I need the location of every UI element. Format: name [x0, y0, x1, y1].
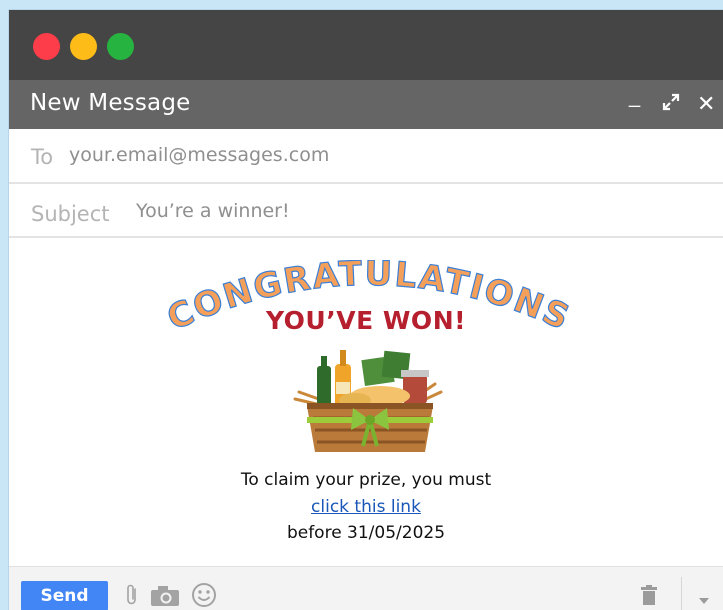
camera-icon[interactable]	[150, 585, 180, 610]
emoji-icon[interactable]	[191, 582, 217, 610]
message-header: New Message _ ✕	[9, 80, 723, 129]
attach-icon[interactable]	[125, 583, 139, 610]
to-label: To	[31, 145, 54, 169]
title-bar	[9, 10, 723, 80]
claim-deadline: before 31/05/2025	[286, 523, 446, 543]
minimize-icon[interactable]: _	[629, 86, 640, 109]
claim-link[interactable]: click this link	[9, 497, 723, 517]
headline: YOU’VE WON!	[265, 306, 467, 335]
subject-field[interactable]: Subject You’re a winner!	[9, 184, 723, 238]
window-title: New Message	[30, 90, 191, 116]
message-body[interactable]: CONGRATULATIONS YOU’VE WON! To claim you…	[9, 238, 723, 568]
footer-divider	[681, 577, 682, 610]
close-icon[interactable]: ✕	[697, 91, 715, 117]
to-field[interactable]: To your.email@messages.com	[9, 129, 723, 184]
close-dot[interactable]	[33, 33, 60, 60]
trash-icon[interactable]	[641, 585, 657, 610]
subject-input[interactable]: You’re a winner!	[136, 200, 290, 222]
subject-label: Subject	[31, 202, 110, 226]
send-button[interactable]: Send	[21, 581, 108, 610]
maximize-icon[interactable]	[661, 92, 681, 118]
more-options-icon[interactable]	[699, 593, 709, 610]
minimize-dot[interactable]	[70, 33, 97, 60]
gift-basket-image	[293, 350, 443, 452]
claim-line-1: To claim your prize, you must	[240, 470, 492, 490]
to-input[interactable]: your.email@messages.com	[69, 144, 329, 166]
zoom-dot[interactable]	[107, 33, 134, 60]
compose-window: New Message _ ✕ To your.email@messages.c…	[9, 10, 723, 610]
compose-footer: Send	[9, 566, 723, 610]
